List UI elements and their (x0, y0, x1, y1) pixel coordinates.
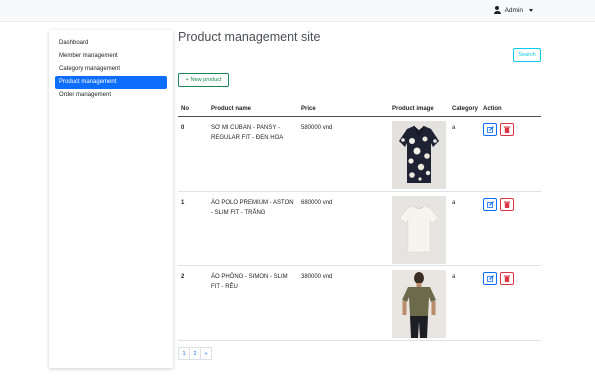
column-header-category: Category (452, 106, 479, 112)
sidebar-item-category-management[interactable]: Category management (55, 63, 167, 76)
new-product-button[interactable]: + New product (178, 73, 229, 87)
column-header-price: Price (301, 106, 316, 112)
caret-down-icon (529, 8, 533, 12)
search-button[interactable]: Search (513, 48, 541, 62)
page-title: Product management site (178, 30, 321, 44)
row-number: 1 (181, 199, 185, 206)
column-header-no: No (181, 106, 189, 112)
column-header-action: Action (483, 106, 502, 112)
admin-label: Admin (504, 6, 523, 14)
edit-icon (486, 275, 494, 282)
edit-icon (486, 126, 494, 133)
column-header-product-image: Product image (392, 106, 434, 112)
product-category: a (452, 274, 456, 280)
floral-shirt-image (392, 121, 446, 189)
sidebar-list: Dashboard Member management Category man… (55, 37, 167, 102)
product-table: No Product name Price Product image Cate… (178, 102, 541, 341)
table-row: 1 ÁO POLO PREMIUM - ASTON - SLIM FIT - T… (178, 192, 541, 266)
product-name: ÁO PHÔNG - SIMON - SLIM FIT - RÊU (211, 274, 288, 290)
product-price: 580000 vnd (301, 125, 333, 131)
product-name: ÁO POLO PREMIUM - ASTON - SLIM FIT - TRẮ… (211, 199, 294, 216)
product-price: 680000 vnd (301, 199, 333, 206)
user-icon (493, 6, 501, 14)
edit-button[interactable] (483, 123, 497, 136)
row-actions (483, 197, 514, 211)
sidebar-item-order-management[interactable]: Order management (55, 89, 167, 102)
new-product-label: New product (190, 77, 222, 83)
page-link-next[interactable]: » (200, 347, 212, 360)
sidebar: Dashboard Member management Category man… (49, 30, 173, 368)
plus-icon: + (185, 77, 189, 83)
white-tshirt-image (392, 195, 446, 264)
edit-button[interactable] (483, 272, 497, 285)
delete-button[interactable] (500, 272, 514, 285)
product-price: 380000 vnd (301, 274, 333, 280)
table-header: No Product name Price Product image Cate… (178, 102, 541, 117)
trash-icon (504, 126, 510, 133)
row-number: 0 (181, 125, 185, 131)
delete-button[interactable] (500, 123, 514, 136)
admin-menu[interactable]: Admin (493, 6, 533, 14)
row-number: 2 (181, 274, 185, 280)
trash-icon (504, 201, 510, 208)
trash-icon (504, 275, 510, 282)
column-header-product-name: Product name (211, 106, 252, 112)
pagination: 1 2 » (178, 347, 212, 360)
row-actions (483, 272, 514, 285)
delete-button[interactable] (500, 197, 514, 211)
product-category: a (452, 125, 456, 131)
row-actions (483, 123, 514, 136)
table-row: 0 SƠ MI CUBAN - PANSY - REGULAR FIT - ĐE… (178, 117, 541, 192)
product-name: SƠ MI CUBAN - PANSY - REGULAR FIT - ĐEN … (211, 125, 284, 141)
top-navbar: Admin (0, 0, 595, 22)
sidebar-item-member-management[interactable]: Member management (55, 50, 167, 63)
table-row: 2 ÁO PHÔNG - SIMON - SLIM FIT - RÊU 3800… (178, 266, 541, 341)
sidebar-item-product-management[interactable]: Product management (55, 76, 167, 89)
olive-tshirt-model-image (392, 270, 446, 338)
product-category: a (452, 199, 456, 206)
edit-button[interactable] (483, 197, 497, 211)
edit-icon (486, 200, 494, 208)
sidebar-item-dashboard[interactable]: Dashboard (55, 37, 167, 50)
